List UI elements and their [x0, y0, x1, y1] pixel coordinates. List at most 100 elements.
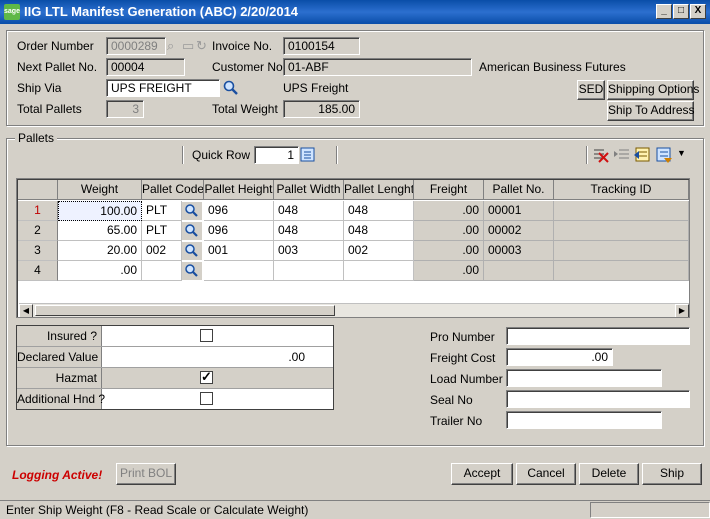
- ship-to-address-button[interactable]: Ship To Address: [607, 101, 695, 121]
- pallet-code-lookup-icon[interactable]: [182, 262, 202, 280]
- window-title: IIG LTL Manifest Generation (ABC) 2/20/2…: [24, 4, 299, 19]
- cell-pallet-width[interactable]: 048: [274, 221, 344, 241]
- column-header-pallet-no[interactable]: Pallet No.: [484, 180, 554, 200]
- cell-weight[interactable]: .00: [58, 261, 142, 281]
- row-number[interactable]: 1: [18, 201, 58, 221]
- scroll-thumb[interactable]: [35, 305, 335, 316]
- cell-pallet-width[interactable]: [274, 261, 344, 281]
- declared-value-label: Declared Value: [17, 347, 102, 367]
- sed-button[interactable]: SED: [577, 80, 605, 100]
- customer-name: American Business Futures: [479, 60, 626, 74]
- cell-weight[interactable]: 100.00: [58, 201, 142, 221]
- pallet-code-lookup-icon[interactable]: [182, 242, 202, 260]
- scroll-left-arrow-icon[interactable]: ◀: [19, 304, 33, 317]
- insured-checkbox[interactable]: [200, 329, 213, 342]
- hazmat-row: Hazmat ✓: [17, 368, 333, 389]
- move-row-icon[interactable]: [634, 146, 652, 164]
- cell-pallet-height[interactable]: [204, 261, 274, 281]
- cell-pallet-height[interactable]: 001: [204, 241, 274, 261]
- column-header-freight[interactable]: Freight: [414, 180, 484, 200]
- ship-button[interactable]: Ship: [642, 463, 702, 485]
- cell-pallet-no: [484, 261, 554, 281]
- cell-pallet-code[interactable]: PLT: [142, 201, 182, 221]
- row-number[interactable]: 3: [18, 241, 58, 261]
- shipping-options-button[interactable]: Shipping Options: [607, 80, 699, 100]
- column-header-tracking-id[interactable]: Tracking ID: [554, 180, 689, 200]
- column-header-weight[interactable]: Weight: [58, 180, 142, 200]
- column-header-pallet-code[interactable]: Pallet Code: [142, 180, 204, 200]
- toolbar-separator: [182, 146, 184, 164]
- pro-number-input[interactable]: [506, 327, 690, 345]
- grid-horizontal-scrollbar[interactable]: ◀ ▶: [19, 303, 689, 317]
- load-number-label: Load Number: [430, 372, 503, 386]
- maximize-button[interactable]: □: [673, 4, 689, 19]
- quick-row-label: Quick Row: [192, 148, 251, 162]
- pallet-code-lookup-icon[interactable]: [182, 222, 202, 240]
- cell-pallet-height[interactable]: 096: [204, 221, 274, 241]
- cell-pallet-code[interactable]: 002: [142, 241, 182, 261]
- print-bol-button[interactable]: Print BOL: [116, 463, 176, 485]
- total-weight-label: Total Weight: [212, 102, 278, 116]
- cell-pallet-length[interactable]: 002: [344, 241, 414, 261]
- total-pallets-label: Total Pallets: [17, 102, 82, 116]
- quick-row-input[interactable]: 1: [254, 146, 299, 164]
- row-number[interactable]: 4: [18, 261, 58, 281]
- insert-row-icon[interactable]: [613, 146, 631, 164]
- seal-no-label: Seal No: [430, 393, 473, 407]
- customer-no-label: Customer No.: [212, 60, 287, 74]
- cell-pallet-length[interactable]: 048: [344, 201, 414, 221]
- delete-row-icon[interactable]: [592, 146, 610, 164]
- declared-value-field[interactable]: .00: [102, 347, 333, 367]
- cell-pallet-length[interactable]: [344, 261, 414, 281]
- pallets-grid[interactable]: Weight Pallet Code Pallet Height Pallet …: [16, 178, 690, 318]
- pro-number-label: Pro Number: [430, 330, 495, 344]
- cell-weight[interactable]: 20.00: [58, 241, 142, 261]
- accept-button[interactable]: Accept: [451, 463, 513, 485]
- pallet-code-lookup-icon[interactable]: [182, 202, 202, 220]
- additional-hnd-checkbox[interactable]: [200, 392, 213, 405]
- quick-row-go-icon[interactable]: [300, 147, 316, 163]
- ship-via-label: Ship Via: [17, 81, 62, 95]
- folder-icon: ▭: [182, 38, 195, 53]
- load-number-input[interactable]: [506, 369, 662, 387]
- cell-freight: .00: [414, 241, 484, 261]
- cancel-button[interactable]: Cancel: [516, 463, 576, 485]
- column-header-pallet-height[interactable]: Pallet Height: [204, 180, 274, 200]
- pallets-group-label: Pallets: [15, 131, 58, 145]
- scroll-right-arrow-icon[interactable]: ▶: [675, 304, 689, 317]
- close-button[interactable]: X: [690, 4, 706, 19]
- cell-weight[interactable]: 65.00: [58, 221, 142, 241]
- column-header-pallet-length[interactable]: Pallet Lenght: [344, 180, 414, 200]
- cell-tracking-id: [554, 261, 689, 281]
- invoice-no-label: Invoice No.: [212, 39, 273, 53]
- trailer-no-input[interactable]: [506, 411, 662, 429]
- cell-pallet-no: 00001: [484, 201, 554, 221]
- column-header-pallet-width[interactable]: Pallet Width: [274, 180, 344, 200]
- customize-grid-icon[interactable]: [655, 146, 673, 164]
- ship-via-lookup-icon[interactable]: [222, 79, 240, 97]
- hazmat-checkbox[interactable]: ✓: [200, 370, 213, 384]
- toolbar-separator: [586, 146, 588, 164]
- cell-pallet-no: 00003: [484, 241, 554, 261]
- additional-hnd-label: Additional Hnd ?: [17, 389, 105, 409]
- delete-button[interactable]: Delete: [579, 463, 639, 485]
- cell-pallet-height[interactable]: 096: [204, 201, 274, 221]
- cell-pallet-width[interactable]: 003: [274, 241, 344, 261]
- row-number[interactable]: 2: [18, 221, 58, 241]
- toolbar-dropdown-icon[interactable]: ▼: [677, 148, 686, 158]
- toolbar-separator: [336, 146, 338, 164]
- cell-pallet-code[interactable]: [142, 261, 182, 281]
- cell-tracking-id: [554, 201, 689, 221]
- cell-pallet-length[interactable]: 048: [344, 221, 414, 241]
- declared-value-row: Declared Value .00: [17, 347, 333, 368]
- order-number-label: Order Number: [17, 39, 94, 53]
- cell-pallet-code[interactable]: PLT: [142, 221, 182, 241]
- lookup-icon: ⌕: [167, 38, 175, 53]
- cell-pallet-width[interactable]: 048: [274, 201, 344, 221]
- order-number-field[interactable]: 0000289: [106, 37, 166, 55]
- minimize-button[interactable]: _: [656, 4, 672, 19]
- freight-cost-input[interactable]: .00: [506, 348, 613, 366]
- status-bar-panel: [590, 502, 710, 518]
- seal-no-input[interactable]: [506, 390, 690, 408]
- ship-via-input[interactable]: UPS FREIGHT: [106, 79, 220, 97]
